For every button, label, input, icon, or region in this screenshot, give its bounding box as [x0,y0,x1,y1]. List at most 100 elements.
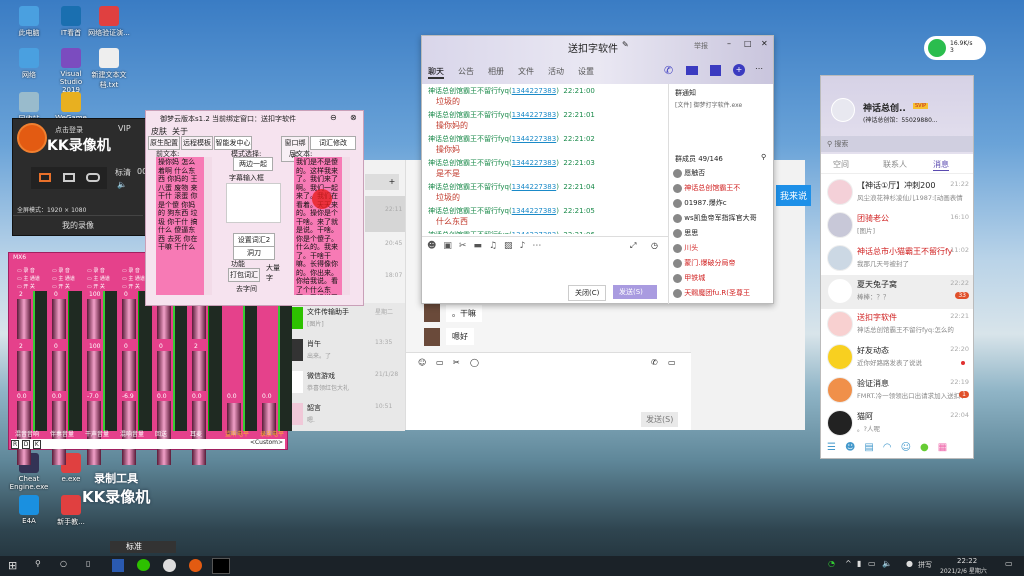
avatar[interactable] [831,98,855,122]
desktop-icon[interactable]: 新建文本文档.txt [88,48,130,90]
history-icon[interactable]: ◷ [651,241,658,250]
tab-2[interactable]: 消息 [933,159,949,171]
app-icon[interactable]: ◠ [883,442,892,453]
send-button[interactable]: 发送(S) [641,412,679,427]
network-icon[interactable]: ▭ [868,559,876,568]
my-recordings-button[interactable]: 我的录像 [13,215,143,235]
folder-icon[interactable]: ▬ [473,241,482,251]
ime-label[interactable]: 拼写 [918,560,932,570]
suffix-text-list[interactable]: 我们是不是傻的。这样我来了。我们来了啊。我们一起来了。我们在看着。天天来的。操你… [294,157,342,295]
message-list-item[interactable]: 夏天兔子窝 棒棒：？？ 22:22 33 [821,275,973,309]
pan-fader[interactable] [52,351,66,391]
member-item[interactable]: 01987.爆炸c [673,198,773,213]
blade-select[interactable]: 洞刀 [233,246,275,260]
network-speed-widget[interactable]: 16.9K/s 3 [924,36,986,60]
search-icon[interactable]: ⚲ [761,153,766,161]
channel-switch[interactable]: ▭ 开 关 [52,283,70,290]
tab-2[interactable]: 相册 [488,66,504,79]
member-item[interactable]: 愿触否 [673,168,773,183]
screen-mode-icon[interactable] [39,173,51,182]
channel-switch[interactable]: ▭ 主 通道 [17,275,40,282]
window-mode-icon[interactable] [63,173,75,182]
music-icon[interactable]: ♫ [489,241,497,251]
voice-call-icon[interactable]: ✆ [664,64,673,77]
minimize-button[interactable]: ⊖ [330,113,337,122]
kk-recorder-icon[interactable] [189,559,202,572]
channel-switch[interactable]: ▭ 开 关 [122,283,140,290]
gain-fader[interactable] [122,299,136,339]
chevron-up-icon[interactable]: ^ [845,559,852,568]
message-list-item[interactable]: 验证消息FMRT.冷一领领出口出请求加入送扣字软件22:191 [821,374,973,408]
message-list-item[interactable]: 好友动态 近你好路路发表了说说 22:20 [821,341,973,375]
emoji-icon[interactable]: ☺ [418,358,426,367]
edit-icon[interactable]: ✎ [622,40,629,49]
member-item[interactable]: 天赐魔团fu.R(圣尊王 [673,288,773,303]
mode-select[interactable]: 两边一起 [233,157,273,171]
class-icon[interactable] [710,65,721,76]
channel-switch[interactable]: ▭ 开 关 [17,283,35,290]
channel-switch[interactable]: ▭ 录 音 [52,267,70,274]
cortana-icon[interactable]: ○ [60,559,67,568]
login-link[interactable]: 点击登录 [55,125,83,135]
pan-fader[interactable] [157,351,171,391]
member-item[interactable]: ws凯鱼帝军指挥官大哥 [673,213,773,228]
gain-fader[interactable] [17,299,31,339]
chat-list-item[interactable]: 微信游戏 恭喜领红包大礼 21/1/28 [285,367,405,399]
search-box[interactable] [365,174,385,190]
message-list-item[interactable]: 送扣字软件 神话总创馆霸王不留行fyq:怎么的 22:21 [821,308,973,342]
comment-popup[interactable]: 我来说 [776,185,812,206]
video-icon[interactable]: ▭ [668,358,676,367]
add-friend-icon[interactable]: ☻ [845,442,855,453]
gif-icon[interactable]: ▣ [443,241,452,251]
tab-edit-words[interactable]: 词汇修改 [310,136,356,150]
pan-fader[interactable] [87,351,101,391]
minimize-button[interactable]: – [727,39,731,48]
video-call-icon[interactable] [686,66,698,75]
game-icon[interactable]: ☺ [901,442,911,453]
channel-switch[interactable]: ▭ 录 音 [17,267,35,274]
prefix-text-list[interactable]: 操你妈 怎么着啊 什么东西 你妈的 王八蛋 废物 来干什 滚蛋 你是个傻 你妈的… [156,157,204,295]
channel-switch[interactable]: ▭ 主 通道 [52,275,75,282]
message-list-item[interactable]: 神话总市小猫霸王不留行fy 我那几天号被封了 11:02 [821,242,973,276]
wifi-icon[interactable]: ◔ [828,559,835,568]
tab-0[interactable]: 聊天 [428,66,444,79]
desktop-icon[interactable]: E4A [8,495,50,525]
more-icon[interactable]: ⋯ [755,64,763,73]
group-notice[interactable]: [文件] 御梦打字软件.exe [675,100,742,109]
apps-grid-icon[interactable]: ▦ [938,442,947,453]
scrollbar[interactable] [204,157,212,295]
music-icon[interactable]: ● [920,442,929,453]
pan-fader[interactable] [17,351,31,391]
k-button[interactable]: K [32,440,41,449]
chat-list-item[interactable]: 韶言 嗯. 10:51 [285,399,405,431]
preset-select[interactable]: <Custom> [250,439,283,446]
quality-label[interactable]: 标清 [115,167,131,178]
word-set-select[interactable]: 设置词汇2 [233,233,275,247]
close-button[interactable]: ⊗ [350,113,357,122]
send-button[interactable]: 发送(S) [613,285,657,299]
clock-time[interactable]: 22:22 [957,557,977,565]
member-item[interactable]: 蒙门.爆破分局帝 [673,258,773,273]
subtitle-input[interactable] [226,183,281,223]
tab-smart[interactable]: 智能发中心 [214,136,252,150]
chat-bubble-icon[interactable]: ◯ [470,358,479,367]
desktop-icon[interactable]: 网络验证演... [88,6,130,38]
app-icon[interactable] [163,559,176,572]
task-view-icon[interactable]: ▯ [86,559,90,568]
channel-switch[interactable]: ▭ 主 通道 [87,275,110,282]
message-list-item[interactable]: 【神话①厅】冲刺200 风尘浪花神杉凌仙儿1987:[动画表情] 21:22 [821,176,973,210]
chat-list-item[interactable]: 肖午 出来。了 13:35 [285,335,405,367]
scissors-icon[interactable]: ✂ [459,241,467,251]
add-app-icon[interactable]: + [733,64,745,76]
add-button[interactable]: + [385,174,399,190]
tab-5[interactable]: 设置 [578,66,594,79]
channel-switch[interactable]: ▭ 开 关 [87,283,105,290]
maximize-button[interactable]: □ [744,39,752,48]
mic-icon[interactable]: ▮ [857,559,861,568]
chat-list-item[interactable]: 文件传输助手 [图片] 星期二 [285,303,405,335]
tab-4[interactable]: 活动 [548,66,564,79]
pan-fader[interactable] [192,351,206,391]
close-button[interactable]: ✕ [761,39,768,48]
close-chat-button[interactable]: 关闭(C) [568,285,607,301]
member-item[interactable]: 川头 [673,243,773,258]
